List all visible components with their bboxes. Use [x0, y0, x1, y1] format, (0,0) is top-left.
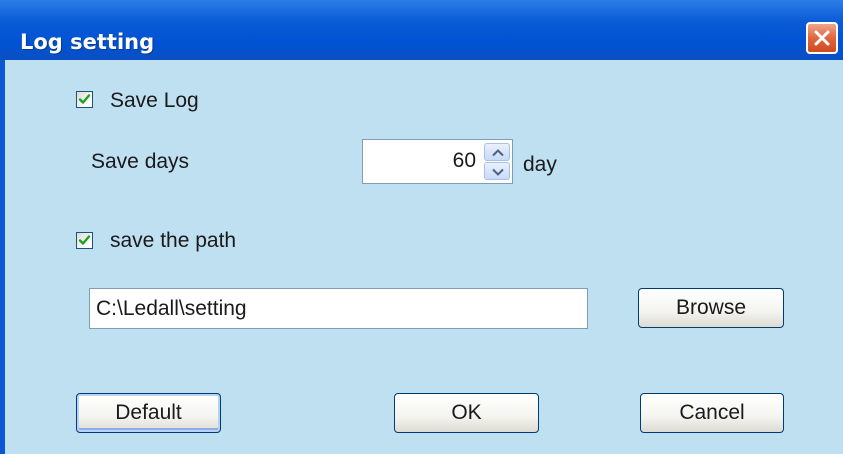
- dialog-title: Log setting: [20, 30, 155, 54]
- save-path-checkbox[interactable]: [76, 232, 93, 249]
- browse-button[interactable]: Browse: [638, 288, 784, 328]
- checkmark-icon: [78, 94, 91, 104]
- spin-up-button[interactable]: [484, 143, 510, 161]
- save-log-checkbox[interactable]: [76, 91, 93, 108]
- cancel-button[interactable]: Cancel: [640, 393, 784, 433]
- save-days-label: Save days: [91, 150, 190, 173]
- log-setting-dialog: Log setting Save Log Save days 60 day sa…: [0, 0, 843, 454]
- save-days-value[interactable]: 60: [453, 148, 476, 174]
- ok-button[interactable]: OK: [394, 393, 539, 433]
- chevron-down-icon: [492, 168, 504, 176]
- save-path-label[interactable]: save the path: [110, 228, 236, 254]
- default-button[interactable]: Default: [76, 393, 221, 433]
- spin-buttons: [484, 143, 510, 180]
- window-left-border: [0, 60, 5, 454]
- save-days-spinbox[interactable]: 60: [362, 139, 513, 184]
- save-path-input[interactable]: [89, 288, 588, 329]
- spin-down-button[interactable]: [484, 162, 510, 180]
- close-x-icon: [814, 30, 830, 46]
- save-days-unit: day: [523, 153, 557, 176]
- title-bar[interactable]: Log setting: [0, 0, 843, 60]
- save-log-label[interactable]: Save Log: [110, 88, 199, 114]
- close-button[interactable]: [806, 22, 838, 54]
- checkmark-icon: [78, 235, 91, 245]
- chevron-up-icon: [492, 149, 504, 157]
